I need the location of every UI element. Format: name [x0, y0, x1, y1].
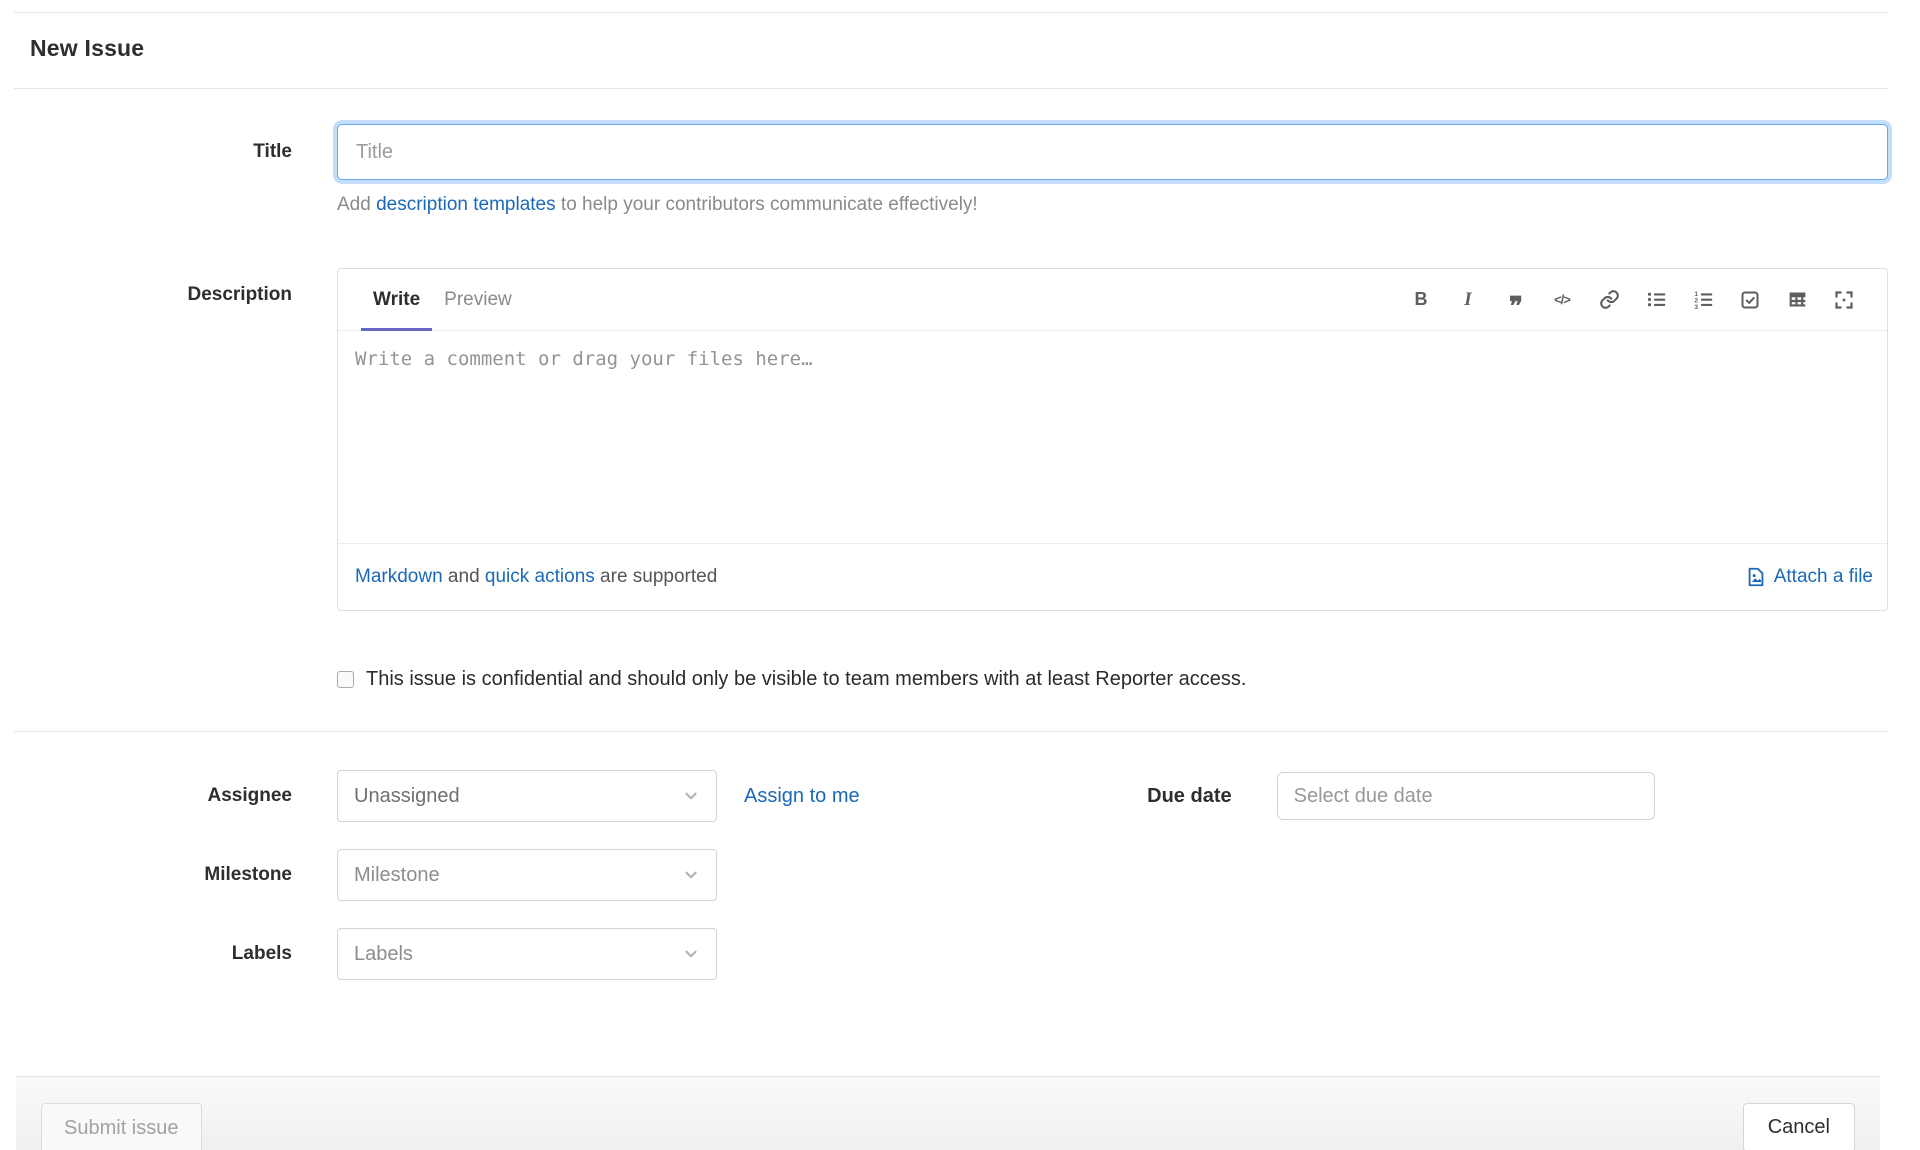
title-label: Title — [253, 141, 292, 162]
markdown-support-text: Markdown and quick actions are supported — [355, 566, 717, 588]
due-date-label: Due date — [1147, 784, 1232, 807]
code-icon[interactable]: </> — [1549, 287, 1575, 313]
due-date-input[interactable] — [1276, 772, 1655, 820]
description-row: Description Write Preview B I ❞ </> 1 2 … — [0, 268, 1888, 611]
markdown-editor: Write Preview B I ❞ </> 1 2 3 Write a co… — [337, 268, 1888, 611]
tab-write[interactable]: Write — [361, 269, 433, 331]
attach-file-button[interactable]: Attach a file — [1745, 566, 1873, 588]
form-actions-footer: Submit issue Cancel — [16, 1076, 1880, 1150]
task-list-icon[interactable] — [1737, 287, 1763, 313]
assign-to-me-link[interactable]: Assign to me — [744, 785, 860, 808]
svg-text:3: 3 — [1694, 304, 1698, 310]
editor-toolbar: B I ❞ </> 1 2 3 — [1408, 269, 1857, 330]
milestone-dropdown[interactable]: Milestone — [337, 849, 717, 901]
cancel-button[interactable]: Cancel — [1742, 1103, 1855, 1150]
labels-value: Labels — [354, 942, 413, 965]
assignee-row: Assignee Unassigned Assign to me Due dat… — [0, 770, 1888, 822]
description-templates-link[interactable]: description templates — [376, 194, 556, 215]
page-title: New Issue — [30, 35, 145, 61]
confidential-label: This issue is confidential and should on… — [366, 668, 1247, 690]
footer-suffix: are supported — [594, 566, 718, 587]
italic-icon[interactable]: I — [1455, 287, 1481, 313]
title-help-text: Add description templates to help your c… — [337, 194, 1888, 216]
confidential-checkbox[interactable] — [337, 671, 354, 688]
milestone-value: Milestone — [354, 863, 440, 886]
assignee-value: Unassigned — [354, 784, 460, 807]
issue-meta-fields: Assignee Unassigned Assign to me Due dat… — [0, 770, 1888, 980]
chevron-down-icon — [682, 945, 700, 963]
link-icon[interactable] — [1596, 287, 1622, 313]
table-icon[interactable] — [1784, 287, 1810, 313]
quick-actions-link[interactable]: quick actions — [485, 566, 595, 587]
editor-tab-bar: Write Preview B I ❞ </> 1 2 3 — [338, 269, 1887, 331]
bold-icon[interactable]: B — [1408, 287, 1434, 313]
assignee-dropdown[interactable]: Unassigned — [337, 770, 717, 822]
section-divider — [14, 731, 1888, 732]
chevron-down-icon — [682, 787, 700, 805]
title-row: Title — [0, 124, 1888, 180]
title-input[interactable] — [337, 124, 1888, 180]
attach-file-icon — [1745, 566, 1767, 588]
fullscreen-icon[interactable] — [1831, 287, 1857, 313]
confidential-row: This issue is confidential and should on… — [0, 668, 1888, 691]
labels-row: Labels Labels — [0, 928, 1888, 980]
description-textarea[interactable] — [338, 331, 1887, 543]
attach-file-label: Attach a file — [1773, 566, 1873, 587]
numbered-list-icon[interactable]: 1 2 3 — [1690, 287, 1716, 313]
submit-issue-button[interactable]: Submit issue — [41, 1103, 202, 1150]
labels-label: Labels — [231, 943, 292, 964]
editor-footer: Markdown and quick actions are supported… — [338, 543, 1887, 610]
milestone-label: Milestone — [204, 864, 292, 885]
description-label: Description — [187, 284, 292, 305]
quote-icon[interactable]: ❞ — [1502, 287, 1528, 319]
help-prefix: Add — [337, 194, 377, 215]
bullet-list-icon[interactable] — [1643, 287, 1669, 313]
page-header: New Issue — [14, 13, 1888, 89]
new-issue-form: Title Add description templates to help … — [0, 124, 1920, 980]
tab-preview[interactable]: Preview — [432, 269, 524, 330]
assignee-label: Assignee — [207, 785, 292, 806]
milestone-row: Milestone Milestone — [0, 849, 1888, 901]
footer-and: and — [442, 566, 485, 587]
help-suffix: to help your contributors communicate ef… — [555, 194, 978, 215]
markdown-link[interactable]: Markdown — [355, 566, 443, 587]
chevron-down-icon — [682, 866, 700, 884]
labels-dropdown[interactable]: Labels — [337, 928, 717, 980]
